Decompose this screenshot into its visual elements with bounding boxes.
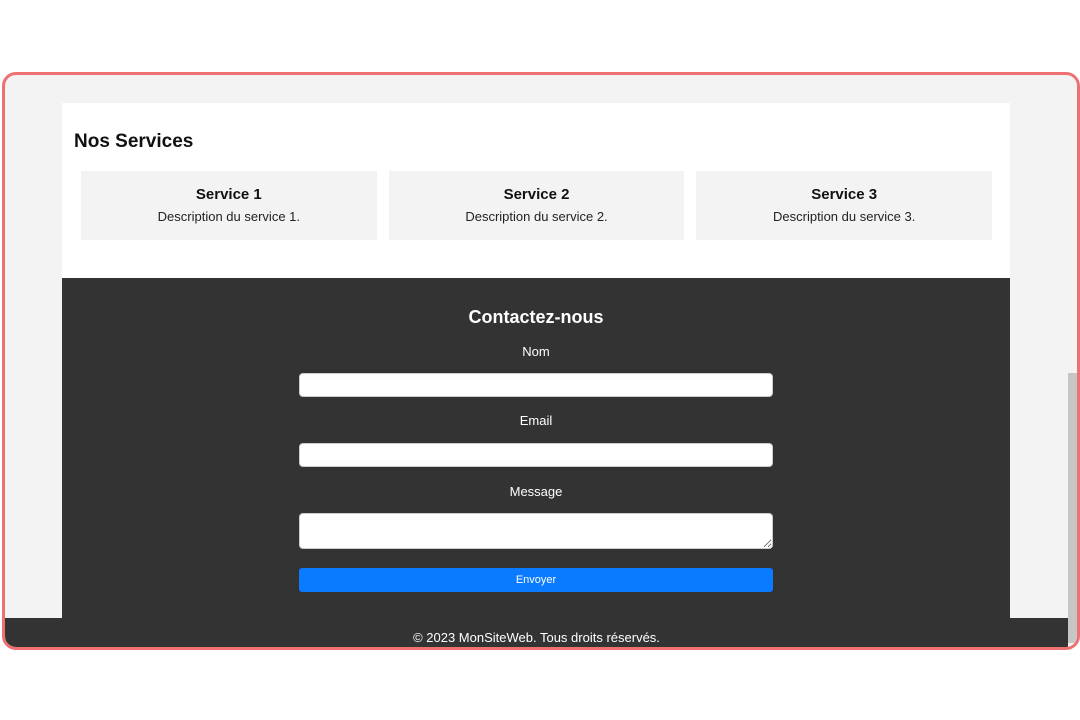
services-title: Nos Services (74, 131, 194, 152)
scrollbar-thumb[interactable] (1068, 373, 1077, 643)
service-card-title: Service 2 (503, 186, 570, 203)
page-footer: © 2023 MonSiteWeb. Tous droits réservés. (5, 618, 1068, 647)
footer-copyright: © 2023 MonSiteWeb. Tous droits réservés. (413, 630, 660, 645)
message-label: Message (509, 484, 563, 499)
email-label: Email (519, 413, 553, 428)
service-card-title: Service 1 (195, 186, 262, 203)
service-card-title: Service 3 (811, 186, 878, 203)
main-content: Nos Services Service 1 Description du se… (62, 103, 1010, 618)
service-card-1: Service 1 Description du service 1. (81, 171, 377, 240)
message-textarea[interactable] (299, 513, 773, 549)
email-input[interactable] (299, 443, 773, 467)
contact-section: Contactez-nous Nom Email Message Envoyer (62, 278, 1010, 618)
service-card-description: Description du service 2. (465, 209, 608, 224)
service-card-description: Description du service 1. (157, 209, 300, 224)
name-label: Nom (522, 344, 550, 359)
service-card-3: Service 3 Description du service 3. (696, 171, 993, 240)
service-card-2: Service 2 Description du service 2. (388, 171, 685, 240)
submit-button[interactable]: Envoyer (299, 568, 773, 592)
services-grid: Service 1 Description du service 1. Serv… (81, 171, 993, 240)
service-card-description: Description du service 3. (773, 209, 916, 224)
browser-viewport: Nos Services Service 1 Description du se… (2, 72, 1080, 650)
name-input[interactable] (299, 373, 773, 397)
vertical-scrollbar[interactable] (1068, 75, 1077, 647)
contact-title: Contactez-nous (468, 307, 604, 327)
